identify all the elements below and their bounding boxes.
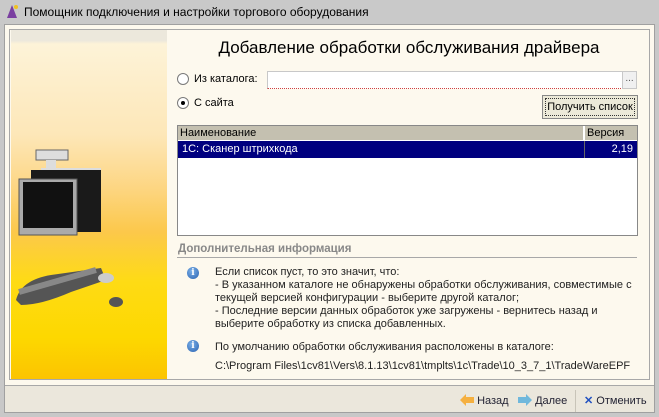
info-line: текущей версией конфигурации - выберите … — [215, 292, 520, 304]
page-title: Добавление обработки обслуживания драйве… — [218, 38, 600, 57]
row-name: 1С: Сканер штрихкода — [182, 143, 298, 155]
next-label: Далее — [535, 395, 568, 407]
cancel-button[interactable]: ✕ Отменить — [584, 394, 647, 410]
row-version: 2,19 — [611, 143, 633, 155]
equipment-illustration — [11, 30, 167, 379]
catalog-label: Из каталога: — [194, 73, 258, 85]
get-list-button[interactable]: Получить список — [542, 95, 638, 119]
info-line: - В указанном каталоге не обнаружены обр… — [215, 279, 632, 291]
default-path-value: C:\Program Files\1cv81\Vers\8.1.13\1cv81… — [215, 360, 631, 372]
separator — [575, 390, 576, 412]
info-text-1: Если список пуст, то это значит, что: - … — [215, 266, 632, 331]
back-label: Назад — [477, 395, 509, 407]
next-button[interactable]: Далее — [518, 394, 567, 410]
drivers-table[interactable]: Наименование Версия 1С: Сканер штрихкода… — [177, 125, 638, 236]
wizard-icon — [7, 5, 18, 18]
close-icon: ✕ — [584, 395, 594, 407]
info-line: Если список пуст, то это значит, что: — [215, 266, 400, 278]
default-path-label: По умолчанию обработки обслуживания расп… — [215, 341, 554, 353]
section-header: Дополнительная информация — [178, 243, 352, 255]
catalog-radio[interactable] — [177, 73, 189, 85]
table-row[interactable]: 1С: Сканер штрихкода 2,19 — [178, 141, 637, 158]
arrow-left-icon — [460, 394, 474, 406]
catalog-path-input[interactable] — [267, 71, 623, 89]
info-icon: i — [187, 340, 199, 352]
arrow-right-icon — [518, 394, 532, 406]
column-header-version[interactable]: Версия — [585, 126, 637, 140]
site-radio[interactable] — [177, 97, 189, 109]
info-icon: i — [187, 267, 199, 279]
info-line: - Последние версии данных обработок уже … — [215, 305, 598, 317]
info-line: выберите обработку из списка добавленных… — [215, 318, 446, 330]
column-header-name[interactable]: Наименование — [178, 126, 584, 140]
site-label: С сайта — [194, 97, 234, 109]
window-title: Помощник подключения и настройки торгово… — [24, 5, 369, 19]
browse-button[interactable]: ... — [622, 71, 637, 89]
cancel-label: Отменить — [596, 395, 647, 407]
back-button[interactable]: Назад — [460, 394, 509, 410]
section-divider — [177, 257, 637, 258]
